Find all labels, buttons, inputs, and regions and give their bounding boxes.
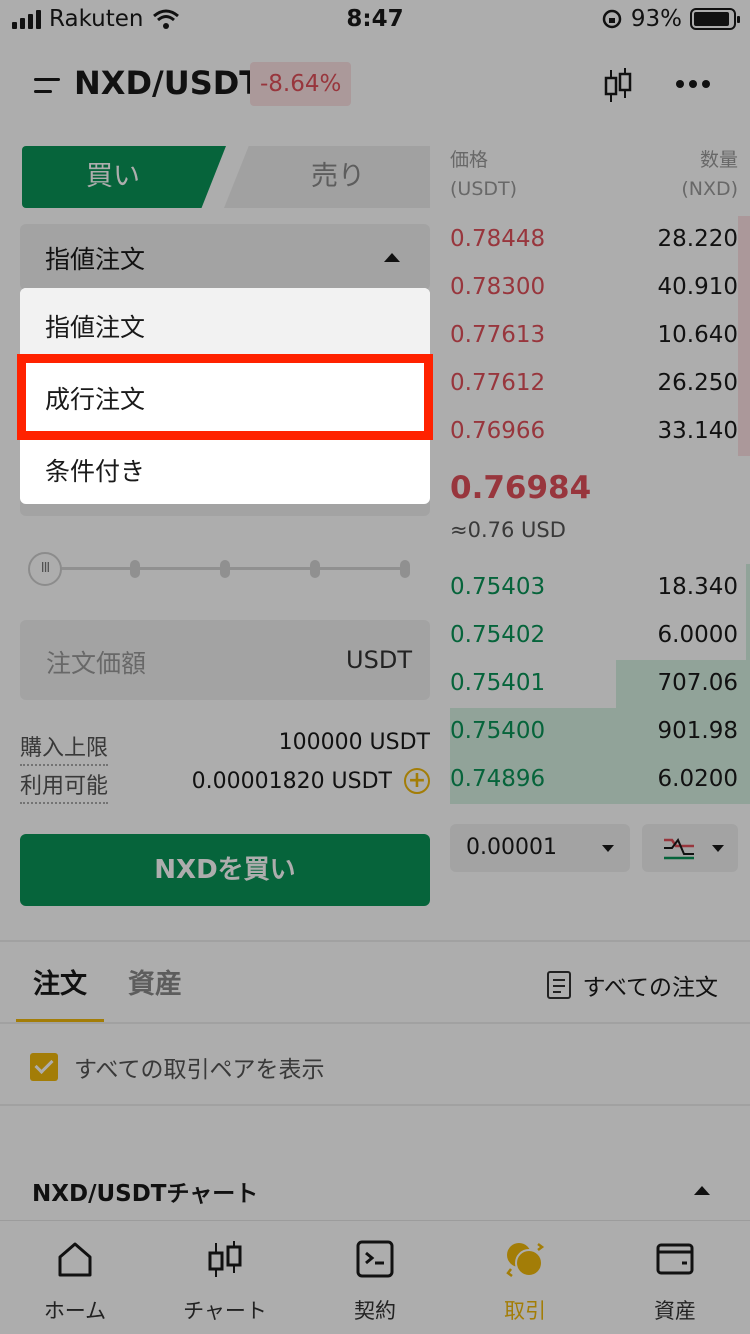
option-conditional-order[interactable]: 条件付き [20, 432, 430, 504]
modal-overlay[interactable] [0, 0, 750, 1334]
highlight-box [17, 354, 433, 440]
option-limit-order[interactable]: 指値注文 [20, 288, 430, 360]
